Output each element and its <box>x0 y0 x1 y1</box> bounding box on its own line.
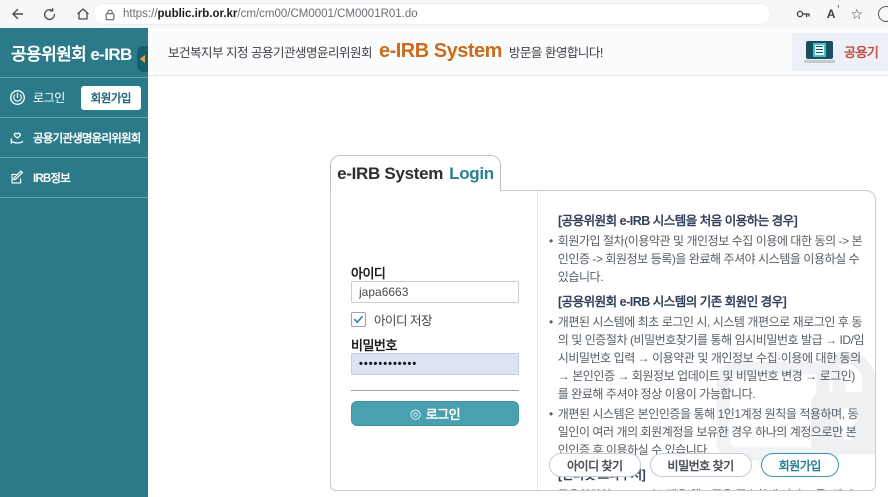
login-tab-title: e-IRB System <box>337 164 443 184</box>
login-ring-icon: ◎ <box>410 406 421 422</box>
notice-bullet: 개편된 시스템은 본인인증을 통해 1인1계정 원칙을 적용하며, 동일인이 여… <box>549 405 865 459</box>
form-divider <box>351 390 519 391</box>
notice-bullet: 공용위원회 e-IRB 시스템은 웹표준을 준수함에 따라 크롬, 엣지, 파이… <box>549 486 865 491</box>
sidebar: 공용위원회 e-IRB 로그인 회원가입 공용기관생명윤리위원회 IRB정보 <box>0 28 148 497</box>
corner-shortcut-button[interactable]: 공용기 <box>792 33 888 71</box>
laptop-document-icon <box>804 41 835 63</box>
sidebar-title: 공용위원회 e-IRB <box>0 28 148 78</box>
e-irb-login-page: { "browser": { "url": { "scheme": "https… <box>0 0 888 497</box>
notice-section-title: [공용위원회 e-IRB 시스템을 처음 이용하는 경우] <box>558 210 865 229</box>
power-login-icon <box>7 88 27 108</box>
notice-section-title: [공용위원회 e-IRB 시스템의 기존 회원인 경우] <box>558 291 865 310</box>
sidebar-item-committee[interactable]: 공용기관생명윤리위원회 <box>0 118 148 158</box>
login-tab-accent: Login <box>449 164 494 184</box>
save-id-row[interactable]: 아이디 저장 <box>351 310 432 329</box>
password-label: 비밀번호 <box>351 335 397 354</box>
panel-divider <box>537 191 538 490</box>
signup-button[interactable]: 회원가입 <box>761 453 839 477</box>
sidebar-committee-label: 공용기관생명윤리위원회 <box>33 130 141 146</box>
login-panel: 아이디 아이디 저장 비밀번호 ◎ 로그인 [공용위원회 e-IRB 시스템을 … <box>330 190 876 491</box>
find-id-button[interactable]: 아이디 찾기 <box>549 453 641 477</box>
lock-icon <box>104 8 116 21</box>
sidebar-collapse-handle[interactable] <box>137 46 148 72</box>
corner-button-label: 공용기 <box>844 42 878 61</box>
address-bar[interactable]: https://public.irb.or.kr/cm/cm00/CM0001/… <box>93 3 771 25</box>
checkmark-icon <box>353 314 364 325</box>
browser-actions: Aʼ ☆ <box>795 0 888 28</box>
login-button[interactable]: ◎ 로그인 <box>351 401 519 426</box>
id-label: 아이디 <box>351 263 385 282</box>
welcome-prefix: 보건복지부 지정 공용기관생명윤리위원회 <box>168 42 372 61</box>
notice-bullet: 개편된 시스템에 최초 로그인 시, 시스템 개편으로 재로그인 후 동의 및 … <box>549 313 865 403</box>
read-aloud-icon[interactable]: Aʼ <box>827 7 836 21</box>
profile-icon[interactable] <box>878 6 888 22</box>
password-input[interactable] <box>351 353 519 375</box>
welcome-suffix: 방문을 환영합니다! <box>509 42 603 61</box>
find-password-button[interactable]: 비밀번호 찾기 <box>650 453 752 477</box>
notice-bullet: 회원가입 절차(이용약관 및 개인정보 수집 이용에 대한 동의 -> 본인인증… <box>549 232 865 286</box>
account-help-buttons: 아이디 찾기 비밀번호 찾기 회원가입 <box>549 453 839 477</box>
sidebar-irb-info-label: IRB정보 <box>33 170 70 186</box>
login-button-label: 로그인 <box>426 404 460 423</box>
sidebar-item-irb-info[interactable]: IRB정보 <box>0 158 148 198</box>
favorites-star-icon[interactable]: ☆ <box>850 7 863 21</box>
login-card-tab: e-IRB System Login <box>330 155 501 191</box>
sidebar-item-login[interactable]: 로그인 회원가입 <box>0 78 148 118</box>
welcome-header: 보건복지부 지정 공용기관생명윤리위원회 e-IRB System 방문을 환영… <box>148 28 888 76</box>
url-text: https://public.irb.or.kr/cm/cm00/CM0001/… <box>123 8 418 20</box>
id-input[interactable] <box>351 281 519 303</box>
collapse-arrow-icon <box>140 55 145 63</box>
brand-title: e-IRB System <box>379 40 502 63</box>
home-icon[interactable] <box>74 6 91 23</box>
save-id-label: 아이디 저장 <box>374 310 432 329</box>
refresh-icon[interactable] <box>41 6 58 23</box>
sidebar-signup-button[interactable]: 회원가입 <box>81 86 141 110</box>
save-id-checkbox[interactable] <box>351 312 366 327</box>
hand-heart-icon <box>7 128 27 148</box>
notices: [공용위원회 e-IRB 시스템을 처음 이용하는 경우] 회원가입 절차(이용… <box>549 205 865 491</box>
browser-toolbar: https://public.irb.or.kr/cm/cm00/CM0001/… <box>0 0 888 28</box>
password-key-icon[interactable] <box>795 6 812 23</box>
back-icon[interactable] <box>8 6 25 23</box>
sidebar-login-label: 로그인 <box>33 89 65 106</box>
pencil-note-icon <box>7 168 27 188</box>
main-content: e-IRB System Login 아이디 아이디 저장 비밀번호 <box>148 76 888 497</box>
